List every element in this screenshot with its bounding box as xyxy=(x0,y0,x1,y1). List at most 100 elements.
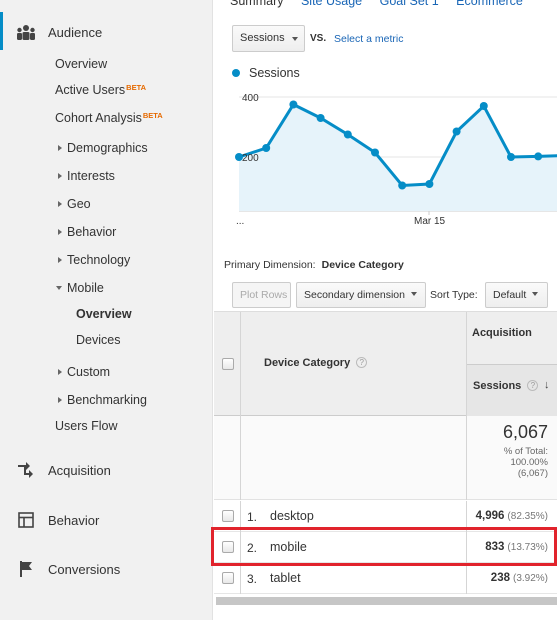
sessions-header[interactable]: Sessions? xyxy=(473,380,539,392)
sidebar-section-acquisition[interactable]: Acquisition xyxy=(0,450,213,490)
sessions-percent: (82.35%) xyxy=(507,511,548,522)
sidebar-section-label: Conversions xyxy=(48,561,121,577)
y-tick-label: 200 xyxy=(242,153,259,164)
help-icon[interactable]: ? xyxy=(356,357,368,368)
sidebar-item-label: Demographics xyxy=(67,141,148,155)
flag-icon xyxy=(16,559,36,579)
sidebar-item-overview[interactable]: Overview xyxy=(55,57,107,71)
y-tick-label: 400 xyxy=(242,93,259,104)
expand-arrow-icon xyxy=(58,369,62,375)
sidebar-item-label: Benchmarking xyxy=(67,393,147,407)
sidebar-item-label: Custom xyxy=(67,365,111,379)
sidebar-item-mobile[interactable]: Mobile xyxy=(56,281,104,295)
data-point[interactable] xyxy=(398,181,407,190)
tab-ecommerce[interactable]: Ecommerce xyxy=(456,0,523,8)
sidebar-item-interests[interactable]: Interests xyxy=(58,169,115,183)
data-point[interactable] xyxy=(343,130,352,139)
sessions-line-chart[interactable]: 400 200... Mar 15 xyxy=(214,85,557,230)
column-divider xyxy=(466,416,467,500)
sidebar: Audience Overview Active UsersBETA Cohor… xyxy=(0,0,213,620)
secondary-dimension-dropdown[interactable]: Secondary dimension xyxy=(296,282,426,308)
row-sessions: 4,996 (82.35%) xyxy=(476,510,548,522)
sidebar-item-label: Active Users xyxy=(55,83,126,97)
sidebar-item-active-users[interactable]: Active UsersBETA xyxy=(55,83,146,97)
table-row[interactable]: 3. tablet 238 (3.92%) xyxy=(214,563,557,594)
sessions-value: 4,996 xyxy=(475,510,505,522)
row-checkbox[interactable] xyxy=(222,510,234,522)
row-dimension-value[interactable]: tablet xyxy=(270,571,301,585)
sidebar-section-label: Acquisition xyxy=(48,462,111,478)
sidebar-item-label: Devices xyxy=(76,333,121,347)
sessions-value: 238 xyxy=(490,572,510,584)
row-dimension-value[interactable]: desktop xyxy=(270,509,314,523)
data-point[interactable] xyxy=(507,153,515,161)
sort-type-value: Default xyxy=(493,289,527,301)
sidebar-item-label: Behavior xyxy=(67,225,117,239)
plot-rows-button[interactable]: Plot Rows xyxy=(232,282,291,308)
secondary-dimension-label: Secondary dimension xyxy=(304,289,405,301)
sidebar-item-mobile-overview[interactable]: Overview xyxy=(76,307,132,321)
data-point[interactable] xyxy=(262,144,271,152)
total-percent: 100.00% xyxy=(510,457,548,468)
sort-descending-icon[interactable]: ↓ xyxy=(544,379,550,391)
chevron-down-icon xyxy=(410,292,417,296)
sidebar-item-mobile-devices[interactable]: Devices xyxy=(76,333,120,347)
data-point[interactable] xyxy=(479,102,488,110)
legend-label: Sessions xyxy=(249,66,300,80)
row-sessions: 238 (3.92%) xyxy=(491,572,548,584)
primary-dimension: Primary Dimension: Device Category xyxy=(224,259,404,271)
select-all-checkbox[interactable] xyxy=(222,358,234,370)
sidebar-section-conversions[interactable]: Conversions xyxy=(0,549,213,589)
tab-site-usage[interactable]: Site Usage xyxy=(301,0,362,8)
sidebar-item-benchmarking[interactable]: Benchmarking xyxy=(58,393,147,407)
chevron-down-icon xyxy=(292,37,298,41)
legend-dot-icon xyxy=(232,69,240,77)
explorer-tabs: Summary Site Usage Goal Set 1 Ecommerce xyxy=(230,0,537,8)
help-icon[interactable]: ? xyxy=(527,380,539,391)
sidebar-item-users-flow[interactable]: Users Flow xyxy=(55,419,118,433)
chart-legend: Sessions xyxy=(232,66,300,80)
primary-dimension-label: Primary Dimension: xyxy=(224,259,316,271)
sidebar-item-label: Overview xyxy=(55,57,108,71)
total-count: (6,067) xyxy=(517,468,548,479)
expand-arrow-icon xyxy=(58,397,62,403)
row-checkbox[interactable] xyxy=(222,572,234,584)
sidebar-item-technology[interactable]: Technology xyxy=(58,253,130,267)
table-toolbar: Plot Rows Secondary dimension Sort Type:… xyxy=(214,280,557,310)
sidebar-section-label: Audience xyxy=(48,24,103,40)
total-percentage: % of Total: 100.00% (6,067) xyxy=(504,446,548,479)
tab-summary[interactable]: Summary xyxy=(230,0,283,8)
select-metric-link[interactable]: Select a metric xyxy=(334,33,403,45)
total-sessions-value: 6,067 xyxy=(502,422,548,442)
sessions-percent: (3.92%) xyxy=(512,573,548,584)
sidebar-section-behavior[interactable]: Behavior xyxy=(0,500,213,540)
sidebar-item-cohort-analysis[interactable]: Cohort AnalysisBETA xyxy=(55,111,163,125)
sidebar-item-geo[interactable]: Geo xyxy=(58,197,91,211)
data-point[interactable] xyxy=(534,152,543,161)
sidebar-item-label: Mobile xyxy=(67,281,104,295)
chevron-down-icon xyxy=(532,292,539,296)
highlight-box xyxy=(211,527,557,566)
audience-icon xyxy=(16,22,36,42)
data-point[interactable] xyxy=(316,114,325,122)
data-point[interactable] xyxy=(452,127,461,136)
beta-badge: BETA xyxy=(142,111,163,120)
primary-dimension-value[interactable]: Device Category xyxy=(322,259,404,271)
expand-arrow-icon xyxy=(58,173,62,179)
metric-dropdown[interactable]: Sessions xyxy=(232,25,305,52)
data-point[interactable] xyxy=(371,148,379,157)
data-point[interactable] xyxy=(289,100,298,109)
sidebar-item-demographics[interactable]: Demographics xyxy=(58,141,148,155)
horizontal-scrollbar[interactable] xyxy=(216,597,557,605)
data-point[interactable] xyxy=(425,180,434,188)
sidebar-item-custom[interactable]: Custom xyxy=(58,365,110,379)
behavior-icon xyxy=(16,510,36,530)
tab-goal-set-1[interactable]: Goal Set 1 xyxy=(380,0,439,8)
sort-type-dropdown[interactable]: Default xyxy=(485,282,548,308)
sidebar-item-behavior[interactable]: Behavior xyxy=(58,225,116,239)
total-label: % of Total: xyxy=(503,446,548,457)
sidebar-section-audience[interactable]: Audience xyxy=(0,12,213,52)
device-category-header[interactable]: Device Category? xyxy=(264,357,368,369)
column-divider xyxy=(466,312,467,417)
collapse-arrow-icon xyxy=(56,286,62,290)
